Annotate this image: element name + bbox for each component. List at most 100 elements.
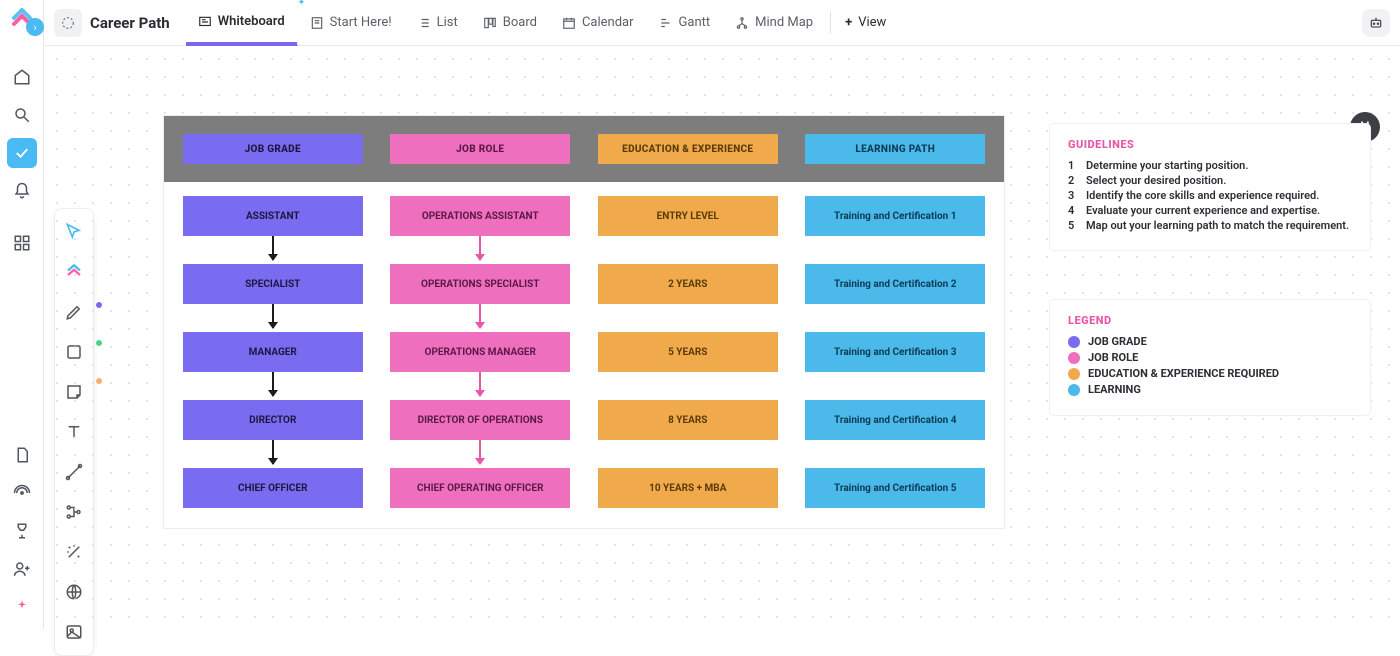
career-row: SPECIALIST OPERATIONS SPECIALIST 2 YEARS Tr…	[174, 264, 994, 304]
automation-icon[interactable]	[1362, 9, 1390, 37]
guideline-number: 1	[1068, 159, 1078, 172]
tab-label: List	[437, 15, 458, 30]
legend-swatch	[1068, 384, 1080, 396]
header-learning[interactable]: LEARNING PATH	[805, 134, 985, 164]
tab-start-here[interactable]: ✦ Start Here!	[298, 0, 405, 46]
tab-label: Mind Map	[755, 15, 813, 30]
pulse-icon[interactable]	[7, 478, 37, 508]
legend-swatch	[1068, 352, 1080, 364]
legend-label: JOB GRADE	[1088, 335, 1147, 348]
cell-learn[interactable]: Training and Certification 1	[805, 196, 985, 236]
tab-label: Calendar	[582, 15, 634, 30]
tab-whiteboard[interactable]: Whiteboard	[186, 0, 298, 46]
cell-grade[interactable]: ASSISTANT	[183, 196, 363, 236]
guideline-number: 2	[1068, 174, 1078, 187]
ai-sparkle-icon[interactable]	[7, 592, 37, 622]
guideline-item: 1 Determine your starting position.	[1068, 159, 1352, 172]
tab-label: Whiteboard	[218, 14, 285, 29]
guideline-text: Determine your starting position.	[1086, 159, 1248, 172]
tab-list[interactable]: List	[405, 0, 471, 46]
tab-board[interactable]: Board	[471, 0, 550, 46]
arrow-down-icon	[479, 372, 481, 396]
search-icon[interactable]	[7, 100, 37, 130]
arrow-row	[174, 372, 994, 400]
cell-learn[interactable]: Training and Certification 3	[805, 332, 985, 372]
rows-container: ASSISTANT OPERATIONS ASSISTANT ENTRY LEVEL…	[164, 182, 1004, 528]
guideline-text: Identify the core skills and experience …	[1086, 189, 1319, 202]
view-tabs: Whiteboard ✦ Start Here! List Board Cale…	[186, 0, 897, 45]
legend-label: JOB ROLE	[1088, 351, 1138, 364]
cell-learn[interactable]: Training and Certification 4	[805, 400, 985, 440]
cell-edu[interactable]: 5 YEARS	[598, 332, 778, 372]
guidelines-panel[interactable]: GUIDELINES 1Determine your starting posi…	[1050, 124, 1370, 250]
career-row: DIRECTOR DIRECTOR OF OPERATIONS 8 YEARS Tra…	[174, 400, 994, 440]
tab-gantt[interactable]: Gantt	[647, 0, 724, 46]
cell-edu[interactable]: 8 YEARS	[598, 400, 778, 440]
guideline-text: Evaluate your current experience and exp…	[1086, 204, 1320, 217]
whiteboard-canvas[interactable]: H JOB GRADE JOB ROLE EDUCATION & EXPERIE…	[44, 46, 1400, 630]
career-path-frame[interactable]: JOB GRADE JOB ROLE EDUCATION & EXPERIENC…	[164, 116, 1004, 528]
cell-grade[interactable]: MANAGER	[183, 332, 363, 372]
expand-sidebar-icon[interactable]: ›	[26, 18, 44, 36]
header-job-grade[interactable]: JOB GRADE	[183, 134, 363, 164]
add-view-button[interactable]: + View	[835, 15, 896, 30]
cell-edu[interactable]: 10 YEARS + MBA	[598, 468, 778, 508]
guideline-text: Map out your learning path to match the …	[1086, 219, 1349, 232]
tasks-icon[interactable]	[7, 138, 37, 168]
notifications-icon[interactable]	[7, 176, 37, 206]
guideline-item: 4Evaluate your current experience and ex…	[1068, 204, 1352, 217]
legend-item: LEARNING	[1068, 383, 1352, 396]
arrow-down-icon	[272, 372, 274, 396]
arrow-down-icon	[272, 440, 274, 464]
star-badge-icon: ✦	[298, 0, 306, 8]
legend-panel[interactable]: LEGEND JOB GRADE JOB ROLE EDUCATION & EXPE…	[1050, 300, 1370, 415]
cell-role[interactable]: OPERATIONS ASSISTANT	[390, 196, 570, 236]
arrow-row	[174, 236, 994, 264]
header-job-role[interactable]: JOB ROLE	[390, 134, 570, 164]
cell-learn[interactable]: Training and Certification 2	[805, 264, 985, 304]
plus-icon: +	[845, 15, 852, 30]
left-rail: ›	[0, 0, 44, 630]
home-icon[interactable]	[7, 62, 37, 92]
legend-label: LEARNING	[1088, 383, 1141, 396]
cell-role[interactable]: OPERATIONS SPECIALIST	[390, 264, 570, 304]
legend-title: LEGEND	[1068, 314, 1352, 327]
header-education[interactable]: EDUCATION & EXPERIENCE	[598, 134, 778, 164]
cell-grade[interactable]: CHIEF OFFICER	[183, 468, 363, 508]
arrow-down-icon	[272, 236, 274, 260]
guideline-number: 5	[1068, 219, 1078, 232]
tab-label: Start Here!	[330, 15, 392, 30]
legend-item: JOB ROLE	[1068, 351, 1352, 364]
guideline-text: Select your desired position.	[1086, 174, 1226, 187]
invite-user-icon[interactable]	[7, 554, 37, 584]
page-type-icon[interactable]	[54, 9, 82, 37]
arrow-down-icon	[479, 440, 481, 464]
career-row: ASSISTANT OPERATIONS ASSISTANT ENTRY LEVEL…	[174, 196, 994, 236]
docs-icon[interactable]	[7, 440, 37, 470]
goals-icon[interactable]	[7, 516, 37, 546]
arrow-row	[174, 304, 994, 332]
legend-list: JOB GRADE JOB ROLE EDUCATION & EXPERIENCE …	[1068, 335, 1352, 396]
cell-grade[interactable]: DIRECTOR	[183, 400, 363, 440]
legend-item: JOB GRADE	[1068, 335, 1352, 348]
cell-role[interactable]: CHIEF OPERATING OFFICER	[390, 468, 570, 508]
page-title[interactable]: Career Path	[90, 14, 170, 32]
arrow-row	[174, 440, 994, 468]
guideline-number: 3	[1068, 189, 1078, 202]
cell-edu[interactable]: 2 YEARS	[598, 264, 778, 304]
frame-header: JOB GRADE JOB ROLE EDUCATION & EXPERIENC…	[164, 116, 1004, 182]
tab-calendar[interactable]: Calendar	[550, 0, 647, 46]
cell-role[interactable]: OPERATIONS MANAGER	[390, 332, 570, 372]
add-view-label: View	[858, 15, 886, 30]
guideline-item: 5 Map out your learning path to match the…	[1068, 219, 1352, 232]
legend-item: EDUCATION & EXPERIENCE REQUIRED	[1068, 367, 1352, 380]
cell-grade[interactable]: SPECIALIST	[183, 264, 363, 304]
cell-edu[interactable]: ENTRY LEVEL	[598, 196, 778, 236]
separator	[830, 12, 831, 34]
dashboards-icon[interactable]	[7, 228, 37, 258]
tab-mindmap[interactable]: Mind Map	[723, 0, 826, 46]
cell-role[interactable]: DIRECTOR OF OPERATIONS	[390, 400, 570, 440]
tab-label: Board	[503, 15, 537, 30]
cell-learn[interactable]: Training and Certification 5	[805, 468, 985, 508]
arrow-down-icon	[272, 304, 274, 328]
